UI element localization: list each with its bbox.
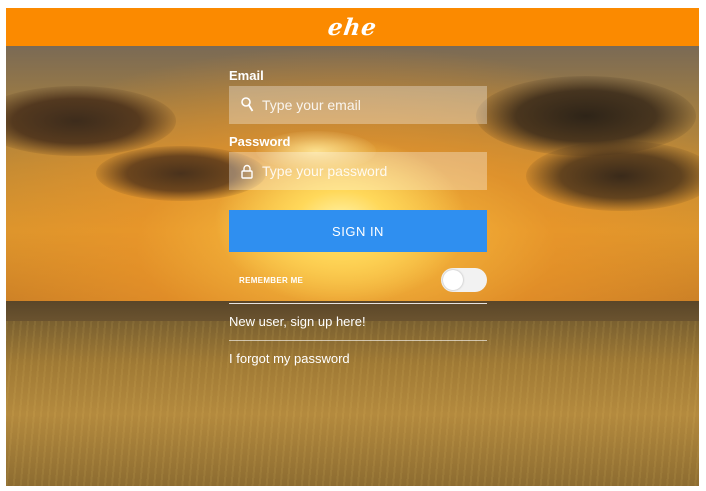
- email-field[interactable]: [229, 86, 487, 124]
- password-label: Password: [229, 134, 291, 149]
- sign-up-link[interactable]: New user, sign up here!: [229, 304, 487, 340]
- login-screen: ehe Email Password: [6, 8, 699, 486]
- forgot-password-link[interactable]: I forgot my password: [229, 341, 487, 377]
- remember-me-toggle[interactable]: [441, 268, 487, 292]
- app-header: ehe: [6, 8, 699, 46]
- user-icon: [238, 96, 256, 114]
- password-field[interactable]: [229, 152, 487, 190]
- remember-me-label: REMEMBER ME: [239, 275, 304, 285]
- lock-icon: [238, 162, 256, 180]
- login-form: Email Password SIGN IN REMEMBER ME: [229, 66, 487, 377]
- toggle-knob: [443, 270, 463, 290]
- email-label: Email: [229, 68, 264, 83]
- sign-in-button[interactable]: SIGN IN: [229, 210, 487, 252]
- email-input[interactable]: [262, 86, 487, 124]
- app-logo: ehe: [326, 13, 379, 41]
- remember-me-row: REMEMBER ME: [229, 267, 487, 293]
- password-input[interactable]: [262, 152, 487, 190]
